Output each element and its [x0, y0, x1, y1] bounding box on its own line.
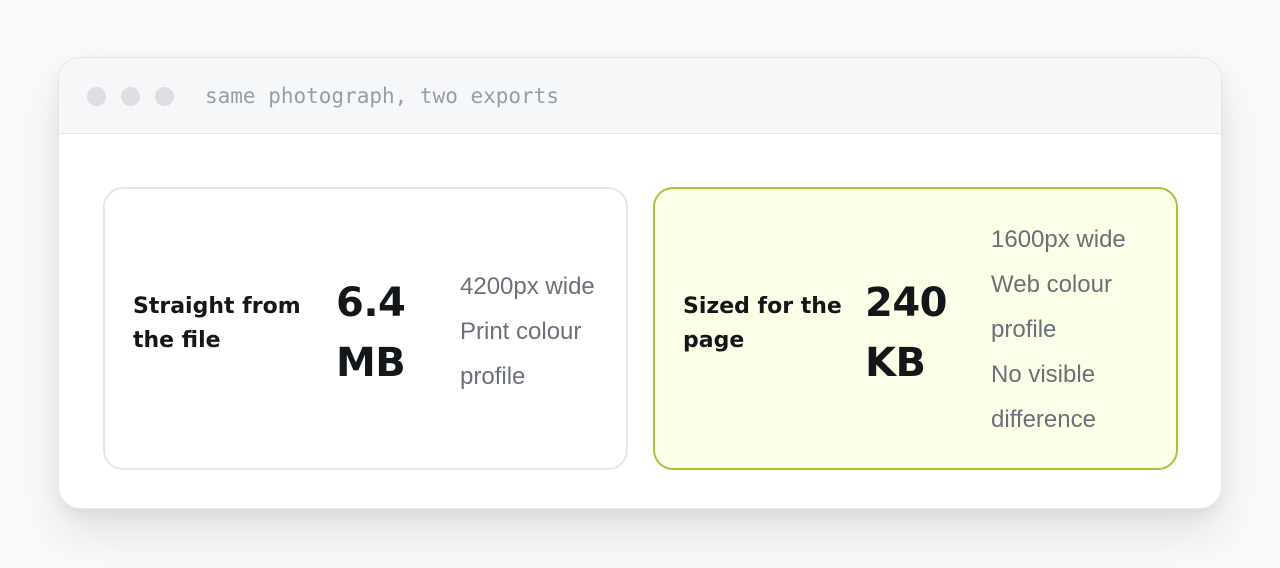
export-file-size: 6.4 MB	[336, 280, 406, 386]
export-detail-item: 4200px wide	[460, 273, 595, 300]
export-detail-item: Web colour profile	[991, 271, 1112, 343]
export-card-optimized: Sized for the page 240 KB 1600px wide We…	[653, 187, 1178, 470]
export-details-list: 4200px wide Print colour profile	[460, 264, 620, 399]
window-title: same photograph, two exports	[205, 84, 560, 108]
export-detail-item: No visible difference	[991, 361, 1096, 433]
export-card-label: Straight from the file	[133, 294, 301, 353]
window-titlebar: same photograph, two exports	[59, 58, 1221, 134]
export-detail-item: Print colour profile	[460, 318, 582, 390]
export-comparison-window: same photograph, two exports Straight fr…	[58, 57, 1222, 509]
window-control-dot-icon[interactable]	[87, 87, 106, 106]
window-control-dot-icon[interactable]	[121, 87, 140, 106]
export-details-list: 1600px wide Web colour profile No visibl…	[991, 217, 1161, 442]
export-card-original: Straight from the file 6.4 MB 4200px wid…	[103, 187, 628, 470]
export-detail-item: 1600px wide	[991, 226, 1126, 253]
window-control-dot-icon[interactable]	[155, 87, 174, 106]
export-file-size: 240 KB	[865, 280, 948, 386]
export-card-label: Sized for the page	[683, 294, 842, 353]
